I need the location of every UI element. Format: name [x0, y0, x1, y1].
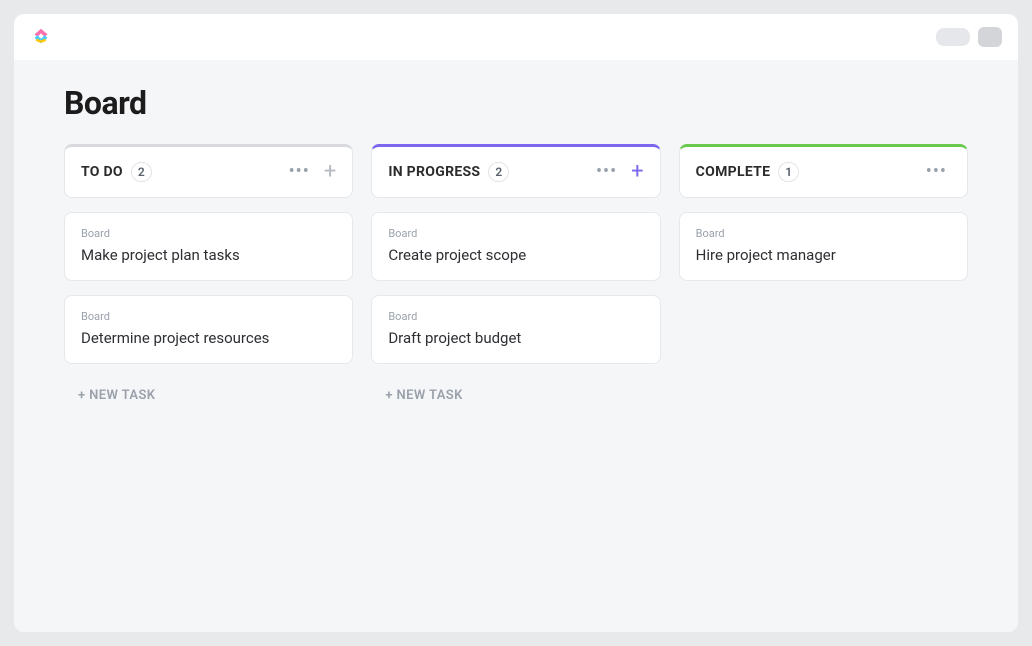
- app-window: Board TO DO 2 ••• + Board Make project p…: [14, 14, 1018, 632]
- body-area: Board TO DO 2 ••• + Board Make project p…: [14, 60, 1018, 632]
- topbar-right: [936, 27, 1002, 47]
- column-todo: TO DO 2 ••• + Board Make project plan ta…: [64, 144, 353, 413]
- column-header: TO DO 2 ••• +: [64, 144, 353, 198]
- column-count: 1: [778, 162, 799, 182]
- column-header: IN PROGRESS 2 ••• +: [371, 144, 660, 198]
- card-crumb: Board: [696, 227, 951, 240]
- new-task-button[interactable]: + NEW TASK: [64, 378, 353, 413]
- column-in-progress: IN PROGRESS 2 ••• + Board Create project…: [371, 144, 660, 413]
- more-icon[interactable]: •••: [922, 161, 951, 183]
- card-crumb: Board: [81, 310, 336, 323]
- plus-icon[interactable]: +: [631, 161, 643, 183]
- page-title: Board: [64, 84, 968, 122]
- card-crumb: Board: [388, 227, 643, 240]
- topbar-pill-2[interactable]: [978, 27, 1002, 47]
- card-crumb: Board: [81, 227, 336, 240]
- more-icon[interactable]: •••: [592, 161, 621, 183]
- column-count: 2: [488, 162, 509, 182]
- task-card[interactable]: Board Determine project resources: [64, 295, 353, 364]
- card-title: Make project plan tasks: [81, 246, 336, 264]
- card-title: Draft project budget: [388, 329, 643, 347]
- task-card[interactable]: Board Create project scope: [371, 212, 660, 281]
- task-card[interactable]: Board Draft project budget: [371, 295, 660, 364]
- column-title: COMPLETE: [696, 164, 771, 180]
- task-card[interactable]: Board Hire project manager: [679, 212, 968, 281]
- card-crumb: Board: [388, 310, 643, 323]
- topbar-pill-1[interactable]: [936, 28, 970, 46]
- plus-icon[interactable]: +: [324, 161, 336, 183]
- task-card[interactable]: Board Make project plan tasks: [64, 212, 353, 281]
- card-title: Create project scope: [388, 246, 643, 264]
- column-title: TO DO: [81, 164, 123, 180]
- new-task-button[interactable]: + NEW TASK: [371, 378, 660, 413]
- more-icon[interactable]: •••: [285, 161, 314, 183]
- column-header: COMPLETE 1 •••: [679, 144, 968, 198]
- app-logo-icon: [30, 26, 52, 48]
- card-title: Determine project resources: [81, 329, 336, 347]
- column-count: 2: [131, 162, 152, 182]
- topbar: [14, 14, 1018, 60]
- column-title: IN PROGRESS: [388, 164, 480, 180]
- column-complete: COMPLETE 1 ••• Board Hire project manage…: [679, 144, 968, 413]
- board-columns: TO DO 2 ••• + Board Make project plan ta…: [64, 144, 968, 413]
- card-title: Hire project manager: [696, 246, 951, 264]
